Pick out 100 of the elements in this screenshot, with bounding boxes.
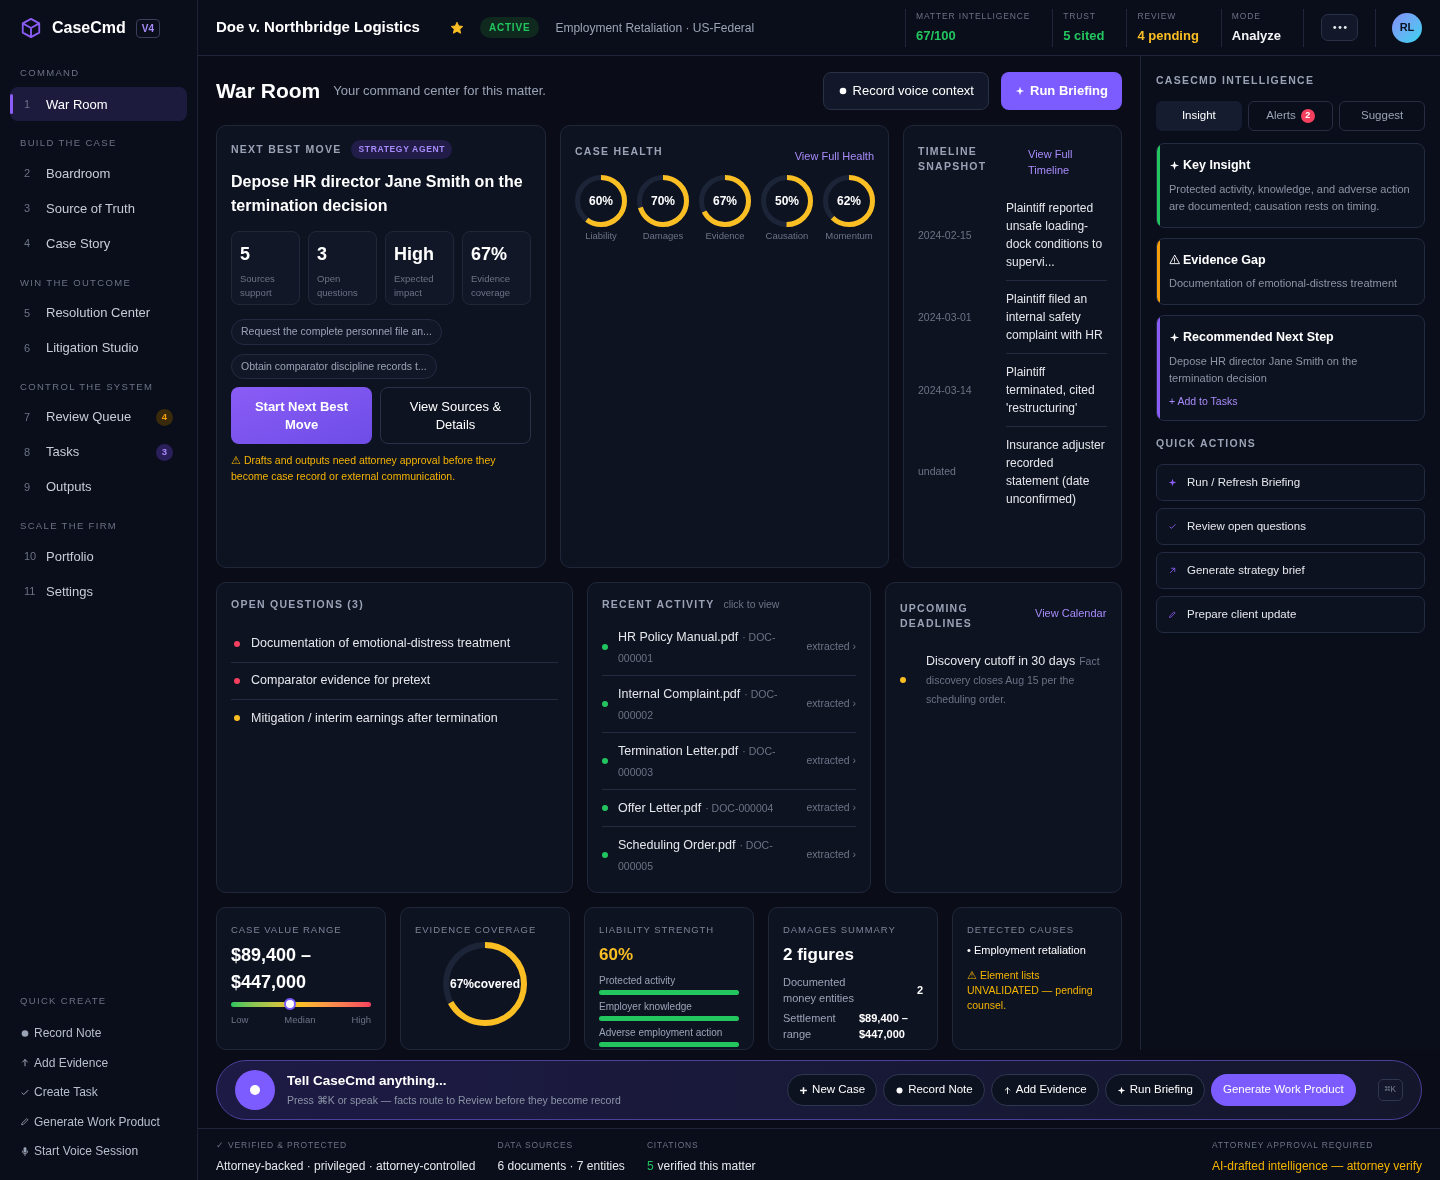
start-button[interactable]: Start Next Best Move bbox=[231, 387, 372, 445]
nav-item[interactable]: 9 Outputs bbox=[10, 470, 187, 504]
view-calendar-link[interactable]: View Calendar bbox=[1035, 605, 1107, 631]
view-health-link[interactable]: View Full Health bbox=[794, 148, 874, 165]
command-button[interactable]: Record Note bbox=[883, 1074, 985, 1106]
status-badge: ACTIVE bbox=[479, 17, 540, 38]
nav-item[interactable]: 6 Litigation Studio bbox=[10, 330, 187, 365]
quick-create-item[interactable]: Record Note bbox=[20, 1018, 177, 1048]
command-button[interactable]: Generate Work Product bbox=[1211, 1074, 1356, 1106]
section-title: LIABILITY STRENGTH bbox=[599, 923, 716, 937]
item-number: 6 bbox=[24, 340, 32, 356]
approval-warning: ⚠ Drafts and outputs need attorney approval before they become case record or external communication. bbox=[231, 453, 497, 485]
element-label: Protected activity bbox=[599, 973, 677, 987]
panel-tab[interactable]: Insight bbox=[1156, 100, 1242, 131]
sparkle-icon bbox=[1169, 159, 1180, 171]
status-value: AI-drafted intelligence — attorney verify bbox=[1211, 1157, 1422, 1175]
nav-label: Review Queue bbox=[46, 408, 132, 427]
ring-value: 70% bbox=[651, 192, 675, 210]
quick-action-button[interactable]: Review open questions bbox=[1156, 508, 1425, 545]
stat-label: Evidence coverage bbox=[471, 271, 512, 300]
item-number: 2 bbox=[24, 166, 32, 182]
suggestion-chip[interactable]: Obtain comparator discipline records t... bbox=[231, 353, 437, 380]
panel-tab[interactable]: Alerts 2 bbox=[1247, 100, 1334, 131]
stat-label: Open questions bbox=[317, 271, 359, 300]
suggestion-chip[interactable]: Request the complete personnel file an... bbox=[231, 318, 442, 345]
quick-create-item[interactable]: Add Evidence bbox=[20, 1048, 177, 1078]
command-button[interactable]: Run Briefing bbox=[1104, 1074, 1205, 1106]
activity-row[interactable]: Offer Letter.pdf · DOC-000004 extracted › bbox=[602, 789, 856, 827]
nav-item[interactable]: 2 Boardroom bbox=[10, 156, 187, 191]
activity-row[interactable]: HR Policy Manual.pdf · DOC-000001 extracted › bbox=[602, 618, 856, 676]
nav-item[interactable]: 4 Case Story bbox=[10, 226, 187, 261]
insight-text: Protected activity, knowledge, and adverse action are documented; causation rests on timing. bbox=[1169, 181, 1411, 214]
slider-thumb[interactable] bbox=[283, 998, 296, 1011]
nav-item[interactable]: 3 Source of Truth bbox=[10, 191, 187, 226]
event-text: Plaintiff terminated, cited 'restructuring' bbox=[1006, 354, 1107, 427]
nav-item[interactable]: 5 Resolution Center bbox=[10, 295, 187, 330]
add-to-tasks-link[interactable]: + Add to Tasks bbox=[1169, 393, 1412, 410]
nav-item[interactable]: 11 Settings bbox=[10, 574, 187, 609]
file-entry: HR Policy Manual.pdf · DOC-000001 bbox=[618, 628, 777, 666]
extraction-status: extracted › bbox=[806, 695, 856, 711]
ring-value: 60% bbox=[589, 192, 613, 210]
record-button[interactable]: Record voice context bbox=[822, 72, 989, 110]
nav-item[interactable]: 8 Tasks 3 bbox=[10, 435, 187, 469]
nav-label: Tasks bbox=[46, 443, 80, 462]
nav-item[interactable]: 7 Review Queue 4 bbox=[10, 400, 187, 434]
shortcut-key: ⌘K bbox=[1377, 1078, 1403, 1102]
status-value: Attorney-backed · privileged · attorney-controlled bbox=[216, 1157, 476, 1175]
nav-item[interactable]: 10 Portfolio bbox=[10, 539, 187, 574]
status-label: ✓ VERIFIED & PROTECTED bbox=[216, 1139, 349, 1152]
quick-action-button[interactable]: Prepare client update bbox=[1156, 596, 1425, 633]
coverage-value: 67%covered bbox=[449, 976, 520, 994]
quick-create-item[interactable]: Generate Work Product bbox=[20, 1107, 177, 1137]
voice-record-button[interactable] bbox=[235, 1070, 275, 1110]
ring-value: 50% bbox=[775, 192, 799, 210]
section-title: WIN THE OUTCOME bbox=[19, 275, 133, 290]
stat-value: 5 bbox=[240, 242, 251, 266]
more-button[interactable] bbox=[1321, 14, 1358, 41]
panel-tab[interactable]: Suggest bbox=[1339, 100, 1425, 131]
stat-value: 3 bbox=[317, 242, 328, 266]
event-date: 2024-03-14 bbox=[918, 382, 973, 398]
hint-text: click to view bbox=[723, 597, 780, 612]
nav-label: Source of Truth bbox=[46, 199, 135, 218]
liability-value: 60% bbox=[599, 944, 635, 967]
warning-icon bbox=[1169, 254, 1180, 266]
avatar[interactable]: RL bbox=[1392, 12, 1422, 43]
activity-row[interactable]: Termination Letter.pdf · DOC-000003 extracted › bbox=[602, 732, 856, 790]
view-sources-button[interactable]: View Sources & Details bbox=[380, 387, 531, 445]
arrow-up-icon bbox=[1002, 1085, 1012, 1095]
star-icon[interactable] bbox=[449, 20, 464, 35]
quick-action-button[interactable]: Generate strategy brief bbox=[1156, 552, 1425, 589]
item-number: 1 bbox=[24, 97, 32, 112]
file-entry: Internal Complaint.pdf · DOC-000002 bbox=[618, 685, 779, 723]
arrow-up-icon bbox=[20, 1057, 30, 1069]
activity-row[interactable]: Internal Complaint.pdf · DOC-000002 extracted › bbox=[602, 675, 856, 733]
file-entry: Scheduling Order.pdf · DOC-000005 bbox=[618, 836, 774, 874]
stat-label: Expected impact bbox=[394, 271, 435, 300]
quick-create-label: Generate Work Product bbox=[34, 1113, 160, 1131]
quick-create-label: Create Task bbox=[34, 1084, 98, 1102]
command-button[interactable]: Add Evidence bbox=[990, 1074, 1099, 1106]
quick-create-item[interactable]: Start Voice Session bbox=[20, 1136, 177, 1166]
quick-create-item[interactable]: Create Task bbox=[20, 1077, 177, 1107]
progress-ring bbox=[823, 174, 875, 227]
nav-label: Boardroom bbox=[46, 164, 111, 183]
page-subtitle: Your command center for this matter. bbox=[333, 82, 546, 101]
item-number: 9 bbox=[24, 479, 32, 495]
nav-label: Case Story bbox=[46, 234, 111, 253]
section-title: EVIDENCE COVERAGE bbox=[415, 923, 538, 937]
insight-text: Documentation of emotional-distress treatment bbox=[1169, 276, 1399, 292]
run-briefing-button[interactable]: Run Briefing bbox=[1001, 72, 1122, 110]
ring-value: 62% bbox=[837, 192, 861, 210]
more-icon bbox=[1332, 25, 1347, 30]
nav-label: Litigation Studio bbox=[46, 339, 139, 357]
command-button[interactable]: New Case bbox=[787, 1074, 878, 1106]
file-entry: Termination Letter.pdf · DOC-000003 bbox=[618, 742, 777, 780]
quick-action-button[interactable]: Run / Refresh Briefing bbox=[1156, 464, 1425, 501]
nav-label: Portfolio bbox=[46, 547, 94, 566]
activity-row[interactable]: Scheduling Order.pdf · DOC-000005 extracted › bbox=[602, 826, 856, 883]
view-timeline-link[interactable]: View Full Timeline bbox=[1028, 146, 1107, 178]
stat-label: TRUST bbox=[1063, 9, 1097, 23]
nav-item[interactable]: 1 War Room bbox=[10, 87, 187, 122]
